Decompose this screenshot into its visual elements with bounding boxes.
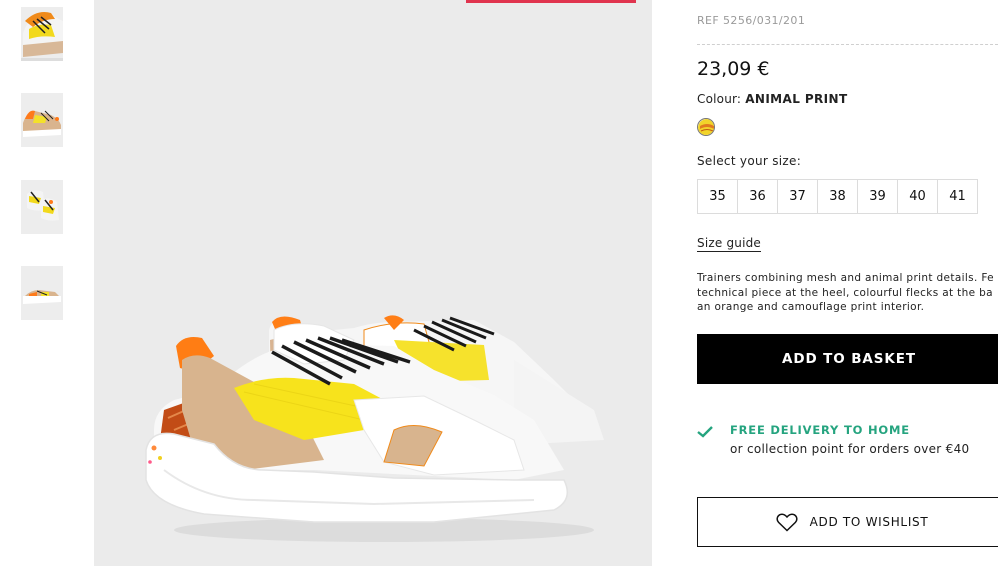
trainer-main-image [145,315,604,542]
main-product-image[interactable] [94,0,652,566]
thumbnail-2[interactable] [21,93,63,147]
heart-icon [776,512,798,532]
divider [697,44,998,45]
free-delivery-subtitle: or collection point for orders over €40 [730,442,970,456]
trainer-thumbnail-image [21,93,63,147]
description-line: Trainers combining mesh and animal print… [697,272,994,284]
product-reference: REF 5256/031/201 [697,14,806,27]
animal-print-swatch-icon [698,119,714,135]
product-description: Trainers combining mesh and animal print… [697,271,998,315]
colour-row: Colour: ANIMAL PRINT [697,92,848,106]
size-option[interactable]: 41 [937,179,978,214]
product-info-panel: REF 5256/031/201 23,09 € Colour: ANIMAL … [697,0,998,566]
size-option[interactable]: 39 [857,179,898,214]
thumbnail-1[interactable] [21,7,63,61]
thumbnail-3[interactable] [21,180,63,234]
size-option[interactable]: 36 [737,179,778,214]
free-delivery-title: FREE DELIVERY TO HOME [730,423,910,437]
check-icon [697,426,713,438]
description-line: an orange and camouflage print interior. [697,301,925,313]
colour-swatch[interactable] [697,118,715,136]
add-to-basket-button[interactable]: ADD TO BASKET [697,334,998,384]
size-option[interactable]: 38 [817,179,858,214]
trainer-thumbnail-image [21,7,63,61]
colour-label: Colour: [697,92,742,106]
trainer-thumbnail-image [21,180,63,234]
description-line: technical piece at the heel, colourful f… [697,286,993,299]
size-selector: 35 36 37 38 39 40 41 [697,179,978,214]
size-guide-link[interactable]: Size guide [697,236,762,252]
add-to-wishlist-label: ADD TO WISHLIST [809,515,929,529]
product-price: 23,09 € [697,58,770,80]
trainer-thumbnail-image [21,266,63,320]
size-option[interactable]: 35 [697,179,738,214]
size-option[interactable]: 40 [897,179,938,214]
colour-value: ANIMAL PRINT [745,92,848,106]
size-label: Select your size: [697,154,802,168]
size-option[interactable]: 37 [777,179,818,214]
active-image-indicator [466,0,636,3]
add-to-wishlist-button[interactable]: ADD TO WISHLIST [697,497,998,547]
thumbnail-4[interactable] [21,266,63,320]
